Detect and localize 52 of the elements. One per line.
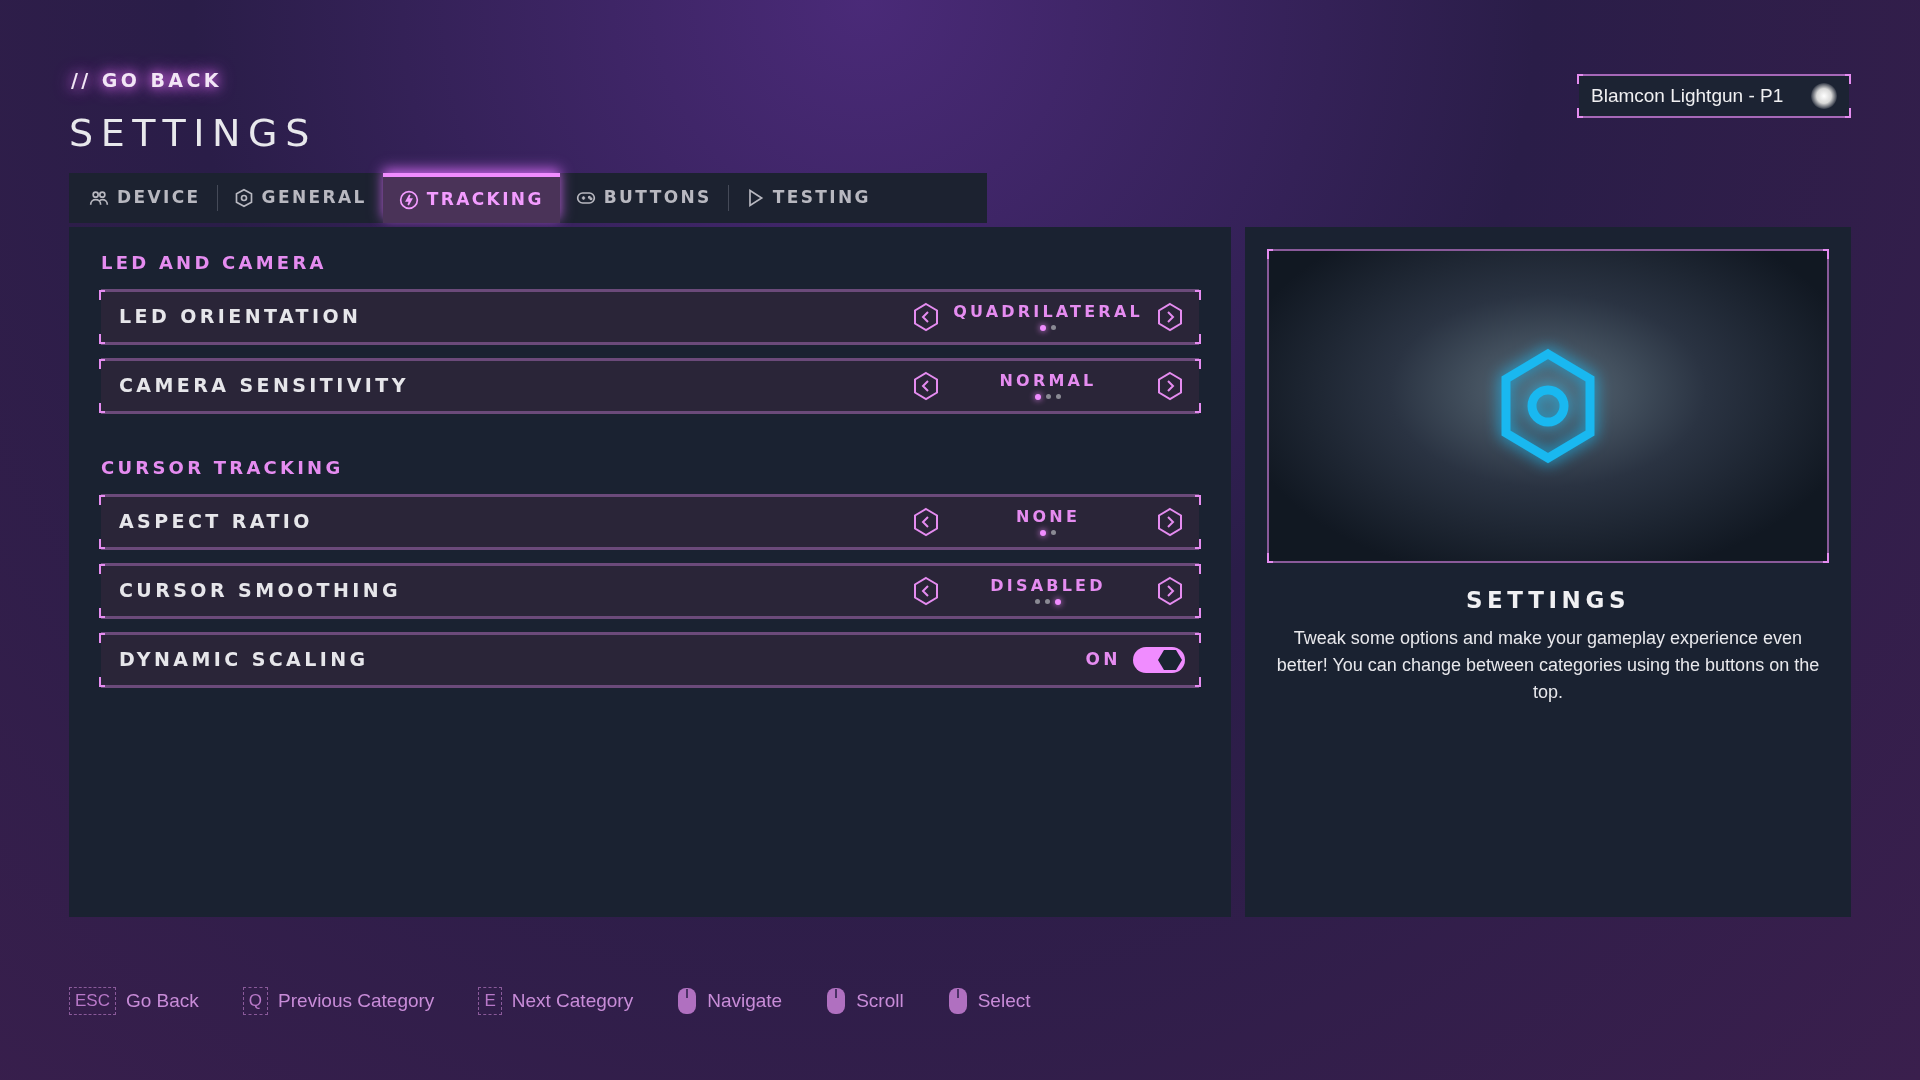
info-title: SETTINGS	[1465, 585, 1631, 615]
key-cap: E	[478, 986, 502, 1015]
setting-row[interactable]: LED ORIENTATION QUADRILATERAL	[101, 288, 1199, 345]
hint-label: Next Category	[511, 988, 634, 1013]
option-value: NORMAL	[999, 371, 1097, 391]
setting-row[interactable]: ASPECT RATIO NONE	[101, 493, 1199, 550]
previous-option-button[interactable]	[911, 505, 941, 538]
option-value: DISABLED	[990, 576, 1106, 596]
hexagon-icon	[233, 187, 254, 208]
key-cap: ESC	[69, 986, 116, 1015]
hint-label: Select	[977, 988, 1031, 1013]
device-selector[interactable]: Blamcon Lightgun - P1	[1579, 74, 1849, 118]
category-tab[interactable]: DEVICE	[73, 172, 217, 223]
setting-label: CURSOR SMOOTHING	[119, 578, 402, 604]
category-tab[interactable]: BUTTONS	[559, 172, 728, 223]
toggle-switch[interactable]	[1133, 646, 1185, 673]
hint-label: Scroll	[856, 988, 904, 1013]
setting-label: DYNAMIC SCALING	[119, 647, 369, 673]
hint-label: Navigate	[707, 988, 783, 1013]
go-back-link[interactable]: // GO BACK	[69, 66, 224, 95]
setting-row[interactable]: CAMERA SENSITIVITY NORMAL	[101, 357, 1199, 414]
previous-option-button[interactable]	[911, 300, 941, 333]
setting-row[interactable]: DYNAMIC SCALING ON	[101, 631, 1199, 688]
previous-option-button[interactable]	[911, 574, 941, 607]
key-cap: Q	[242, 986, 269, 1015]
category-tab[interactable]: TESTING	[728, 172, 887, 223]
setting-label: CAMERA SENSITIVITY	[119, 373, 409, 399]
next-option-button[interactable]	[1155, 574, 1185, 607]
bolt-icon	[398, 189, 419, 210]
option-value: NONE	[1015, 507, 1081, 527]
category-tab[interactable]: GENERAL	[217, 172, 383, 223]
mouse-icon	[947, 986, 968, 1015]
section-heading: CURSOR TRACKING	[101, 455, 345, 480]
hint-label: Go Back	[125, 988, 199, 1013]
hint-label: Previous Category	[278, 988, 435, 1013]
page-title: SETTINGS	[69, 109, 317, 157]
toggle-state: ON	[1085, 647, 1121, 671]
mouse-icon	[826, 986, 847, 1015]
previous-option-button[interactable]	[911, 369, 941, 402]
info-description: Tweak some options and make your gameplay experience even better! You can change between categories using the buttons on the top.	[1275, 627, 1821, 704]
next-option-button[interactable]	[1155, 369, 1185, 402]
category-tab[interactable]: TRACKING	[382, 172, 560, 223]
section-heading: LED AND CAMERA	[101, 250, 328, 275]
setting-row[interactable]: CURSOR SMOOTHING DISABLED	[101, 562, 1199, 619]
next-option-button[interactable]	[1155, 300, 1185, 333]
option-value: QUADRILATERAL	[953, 302, 1143, 322]
device-name: Blamcon Lightgun - P1	[1591, 83, 1784, 108]
mouse-icon	[677, 986, 698, 1015]
setting-label: ASPECT RATIO	[119, 509, 313, 535]
next-option-button[interactable]	[1155, 505, 1185, 538]
setting-label: LED ORIENTATION	[119, 304, 362, 330]
hexagon-knob-icon	[1157, 648, 1183, 671]
